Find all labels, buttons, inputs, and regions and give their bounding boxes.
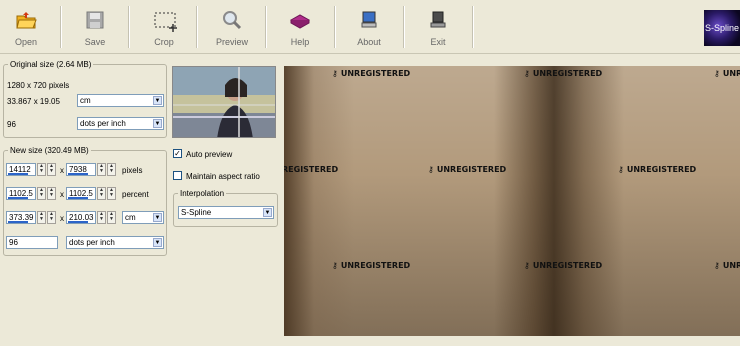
chevron-down-icon: ▼ <box>153 96 162 105</box>
folder-open-icon <box>15 10 37 30</box>
auto-preview-checkbox[interactable]: ✓ <box>173 149 182 158</box>
watermark: REGISTERED <box>284 165 339 174</box>
exit-door-icon <box>427 10 449 30</box>
save-label: Save <box>84 37 106 47</box>
open-button[interactable]: Open <box>8 4 44 48</box>
times-label: x <box>60 166 64 175</box>
original-res-unit-select[interactable]: dots per inch ▼ <box>77 117 164 130</box>
preview-label: Preview <box>215 37 248 47</box>
watermark: ⚷UNREGISTERED <box>332 69 411 78</box>
app-logo: S-Spline <box>704 10 740 46</box>
thumbnail-image <box>173 67 275 137</box>
toolbar-separator <box>334 6 336 48</box>
open-label: Open <box>14 37 38 47</box>
original-resolution: 96 <box>7 120 16 129</box>
height-percent-lock[interactable]: ▲ ▼ <box>107 187 116 200</box>
key-icon: ⚷ <box>428 165 434 174</box>
watermark: ⚷UNREGISTERED <box>524 69 603 78</box>
preview-area[interactable]: ⚷UNREGISTERED ⚷UNREGISTERED ⚷UNREGISTERE… <box>284 66 740 336</box>
about-label: About <box>357 37 381 47</box>
toolbar-separator <box>403 6 405 48</box>
auto-preview-label: Auto preview <box>186 150 233 159</box>
width-pixels-lock[interactable]: ▲ ▼ <box>47 163 56 176</box>
help-button[interactable]: Help <box>282 4 318 48</box>
new-size-legend: New size (320.49 MB) <box>10 146 89 155</box>
times-label: x <box>60 214 64 223</box>
magnifier-icon <box>221 10 243 30</box>
watermark: ⚷UNREGISTERED <box>714 69 740 78</box>
interpolation-value: S-Spline <box>181 208 212 217</box>
percent-label: percent <box>122 190 149 199</box>
width-unit-input[interactable]: 373.39 <box>6 211 36 224</box>
exit-label: Exit <box>430 37 446 47</box>
help-book-icon <box>289 10 311 30</box>
original-dimensions: 33.867 x 19.05 <box>7 97 60 106</box>
key-icon: ⚷ <box>714 261 720 270</box>
toolbar-separator <box>265 6 267 48</box>
new-unit-select[interactable]: cm ▼ <box>122 211 164 224</box>
height-pixels-spinner[interactable]: ▲ ▼ <box>97 163 106 176</box>
exit-button[interactable]: Exit <box>420 4 456 48</box>
key-icon: ⚷ <box>618 165 624 174</box>
height-unit-lock[interactable]: ▲ ▼ <box>107 211 116 224</box>
key-icon: ⚷ <box>524 69 530 78</box>
width-unit-spinner[interactable]: ▲ ▼ <box>37 211 46 224</box>
watermark: ⚷UNREGISTERED <box>618 165 697 174</box>
original-unit-value: cm <box>80 96 91 105</box>
toolbar-separator <box>472 6 474 48</box>
original-size-legend: Original size (2.64 MB) <box>10 60 92 69</box>
key-icon: ⚷ <box>332 261 338 270</box>
toolbar-separator <box>196 6 198 48</box>
original-res-unit-value: dots per inch <box>80 119 126 128</box>
floppy-disk-icon <box>84 10 106 30</box>
toolbar: Open Save Crop Preview Help About Exit S… <box>0 0 740 54</box>
chevron-down-icon: ▼ <box>153 238 162 247</box>
interpolation-select[interactable]: S-Spline ▼ <box>178 206 274 219</box>
key-icon: ⚷ <box>332 69 338 78</box>
original-unit-select[interactable]: cm ▼ <box>77 94 164 107</box>
preview-button[interactable]: Preview <box>214 4 250 48</box>
watermark: ⚷UNREGISTERED <box>524 261 603 270</box>
watermark: ⚷UNREGISTERED <box>332 261 411 270</box>
height-percent-spinner[interactable]: ▲ ▼ <box>97 187 106 200</box>
crop-icon <box>153 10 177 32</box>
crop-button[interactable]: Crop <box>146 4 182 48</box>
new-resolution-input[interactable]: 96 <box>6 236 58 249</box>
key-icon: ⚷ <box>714 69 720 78</box>
source-thumbnail[interactable] <box>172 66 276 138</box>
chevron-down-icon: ▼ <box>153 119 162 128</box>
height-percent-input[interactable]: 1102.5 <box>66 187 96 200</box>
save-button[interactable]: Save <box>77 4 113 48</box>
help-label: Help <box>290 37 310 47</box>
chevron-down-icon: ▼ <box>153 213 162 222</box>
about-computer-icon <box>358 10 380 30</box>
width-pixels-input[interactable]: 14112 <box>6 163 36 176</box>
width-pixels-spinner[interactable]: ▲ ▼ <box>37 163 46 176</box>
height-unit-spinner[interactable]: ▲ ▼ <box>97 211 106 224</box>
width-percent-lock[interactable]: ▲ ▼ <box>47 187 56 200</box>
key-icon: ⚷ <box>524 261 530 270</box>
toolbar-separator <box>60 6 62 48</box>
maintain-aspect-ratio-checkbox[interactable] <box>173 171 182 180</box>
times-label: x <box>60 190 64 199</box>
crop-label: Crop <box>154 37 174 47</box>
watermark: ⚷UNREGISTERED <box>714 261 740 270</box>
chevron-down-icon: ▼ <box>263 208 272 217</box>
pixels-label: pixels <box>122 166 143 175</box>
interpolation-legend: Interpolation <box>180 189 225 198</box>
width-percent-input[interactable]: 1102.5 <box>6 187 36 200</box>
new-unit-value: cm <box>125 213 136 222</box>
new-res-unit-value: dots per inch <box>69 238 115 247</box>
maintain-aspect-ratio-label: Maintain aspect ratio <box>186 172 260 181</box>
about-button[interactable]: About <box>351 4 387 48</box>
watermark: ⚷UNREGISTERED <box>428 165 507 174</box>
original-pixels: 1280 x 720 pixels <box>7 81 70 90</box>
height-pixels-input[interactable]: 7938 <box>66 163 96 176</box>
height-unit-input[interactable]: 210.03 <box>66 211 96 224</box>
toolbar-separator <box>128 6 130 48</box>
new-res-unit-select[interactable]: dots per inch ▼ <box>66 236 164 249</box>
width-percent-spinner[interactable]: ▲ ▼ <box>37 187 46 200</box>
width-unit-lock[interactable]: ▲ ▼ <box>47 211 56 224</box>
height-pixels-lock[interactable]: ▲ ▼ <box>107 163 116 176</box>
